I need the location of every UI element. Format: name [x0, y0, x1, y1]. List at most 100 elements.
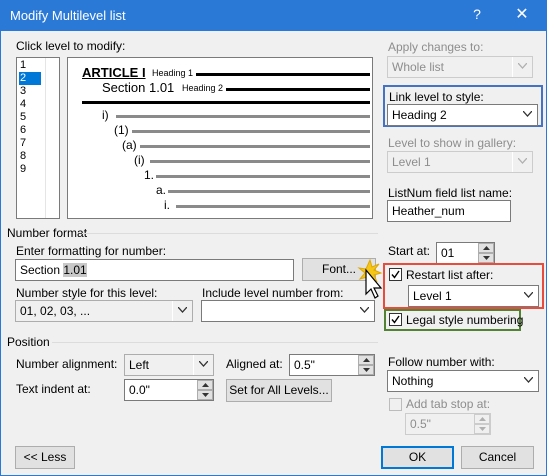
apply-changes-value: Whole list	[392, 60, 445, 74]
preview-section-style: Heading 2	[182, 83, 224, 93]
spin-up-icon	[474, 414, 490, 424]
preview-sublevel: (1)	[114, 123, 129, 137]
preview-sublevel: i)	[102, 108, 109, 122]
listbox-scrollbar[interactable]	[45, 58, 59, 218]
chevron-down-icon[interactable]	[172, 301, 192, 321]
help-icon[interactable]: ?	[469, 6, 485, 24]
add-tab-stop-label: Add tab stop at:	[406, 397, 491, 411]
number-style-value: 01, 02, 03, ...	[20, 304, 91, 318]
include-level-combo[interactable]	[201, 300, 375, 322]
chevron-down-icon[interactable]	[517, 105, 537, 125]
aligned-at-label: Aligned at:	[226, 357, 283, 371]
preview-line	[226, 88, 370, 91]
divider	[52, 342, 378, 343]
number-format-prefix: Section	[20, 263, 64, 277]
add-tab-stop-checkbox	[389, 398, 402, 411]
follow-number-value: Nothing	[392, 374, 434, 388]
preview-line	[150, 160, 370, 163]
number-alignment-label: Number alignment:	[16, 357, 118, 371]
number-format-text: Section 1.01	[20, 263, 87, 277]
level-item[interactable]: 6	[19, 124, 41, 137]
spin-down-icon[interactable]	[358, 365, 374, 375]
chevron-down-icon[interactable]	[518, 286, 538, 306]
level-item[interactable]: 1	[19, 59, 41, 72]
apply-changes-combo: Whole list	[387, 56, 533, 78]
follow-number-label: Follow number with:	[388, 355, 495, 369]
legal-style-checkbox[interactable]	[389, 313, 402, 326]
level-item-selected[interactable]: 2	[19, 72, 41, 85]
preview-sublevel: i.	[164, 198, 170, 212]
preview-sublevel: (i)	[134, 153, 145, 167]
preview-line	[168, 190, 370, 193]
number-format-field[interactable]: 1.01	[63, 263, 87, 277]
gallery-level-label: Level to show in gallery:	[388, 136, 517, 150]
title-bar: Modify Multilevel list ? ✕	[0, 0, 547, 31]
less-button[interactable]: << Less	[15, 446, 75, 469]
link-level-combo[interactable]: Heading 2	[387, 104, 538, 126]
start-at-field[interactable]: 01	[436, 242, 495, 264]
restart-list-combo[interactable]: Level 1	[408, 285, 539, 307]
level-item[interactable]: 9	[19, 163, 41, 176]
spin-up-icon[interactable]	[358, 355, 374, 365]
set-all-levels-button[interactable]: Set for All Levels...	[226, 379, 332, 402]
preview-line	[132, 130, 370, 133]
text-indent-spinner[interactable]	[197, 380, 213, 400]
spin-up-icon[interactable]	[197, 380, 213, 390]
text-indent-label: Text indent at:	[16, 382, 91, 396]
number-format-input[interactable]: Section 1.01	[15, 259, 294, 281]
preview-sublevel: (a)	[122, 138, 137, 152]
legal-style-label[interactable]: Legal style numbering	[406, 313, 523, 327]
aligned-at-value: 0.5"	[294, 358, 315, 372]
cancel-button[interactable]: Cancel	[461, 446, 534, 469]
add-tab-stop-field: 0.5"	[405, 413, 491, 435]
preview-pane: ARTICLE I Heading 1 Section 1.01 Heading…	[67, 57, 373, 219]
listnum-value: Heather_num	[392, 204, 465, 218]
chevron-down-icon	[512, 152, 532, 172]
close-icon[interactable]: ✕	[513, 4, 531, 24]
listnum-label: ListNum field list name:	[388, 186, 513, 200]
number-alignment-value: Left	[129, 358, 150, 372]
text-indent-field[interactable]: 0.0"	[124, 379, 214, 401]
tab-stop-spinner	[474, 414, 490, 434]
number-format-heading: Number format	[7, 226, 88, 240]
enter-formatting-label: Enter formatting for number:	[16, 244, 167, 258]
level-item[interactable]: 8	[19, 150, 41, 163]
start-at-spinner[interactable]	[478, 243, 494, 263]
spin-down-icon[interactable]	[197, 390, 213, 400]
gallery-level-value: Level 1	[392, 155, 431, 169]
chevron-down-icon[interactable]	[354, 301, 374, 321]
level-listbox[interactable]: 1 2 3 4 5 6 7 8 9	[16, 57, 60, 219]
chevron-down-icon[interactable]	[518, 371, 538, 391]
level-item[interactable]: 3	[19, 85, 41, 98]
restart-list-value: Level 1	[413, 289, 452, 303]
preview-sublevel: 1.	[144, 168, 155, 182]
number-style-combo[interactable]: 01, 02, 03, ...	[15, 300, 193, 322]
number-style-label: Number style for this level:	[16, 286, 158, 300]
spin-down-icon	[474, 424, 490, 434]
follow-number-combo[interactable]: Nothing	[387, 370, 539, 392]
gallery-level-combo: Level 1	[387, 151, 533, 173]
preview-line	[116, 115, 370, 118]
link-level-value: Heading 2	[392, 108, 447, 122]
spin-down-icon[interactable]	[478, 253, 494, 263]
ok-button[interactable]: OK	[381, 446, 454, 469]
aligned-at-spinner[interactable]	[358, 355, 374, 375]
preview-section: Section 1.01	[102, 80, 175, 95]
chevron-down-icon[interactable]	[193, 355, 213, 375]
click-level-label: Click level to modify:	[16, 39, 126, 53]
spin-up-icon[interactable]	[478, 243, 494, 253]
level-item[interactable]: 7	[19, 137, 41, 150]
include-level-label: Include level number from:	[202, 286, 344, 300]
level-item[interactable]: 4	[19, 98, 41, 111]
preview-line	[156, 175, 370, 178]
text-indent-value: 0.0"	[129, 383, 150, 397]
listnum-field[interactable]: Heather_num	[387, 200, 511, 222]
link-level-label: Link level to style:	[389, 90, 484, 104]
level-item[interactable]: 5	[19, 111, 41, 124]
number-alignment-combo[interactable]: Left	[124, 354, 214, 376]
aligned-at-field[interactable]: 0.5"	[289, 354, 375, 376]
start-at-value: 01	[441, 246, 455, 260]
restart-list-label[interactable]: Restart list after:	[406, 268, 493, 282]
divider	[82, 233, 378, 234]
restart-list-checkbox[interactable]	[389, 268, 402, 281]
